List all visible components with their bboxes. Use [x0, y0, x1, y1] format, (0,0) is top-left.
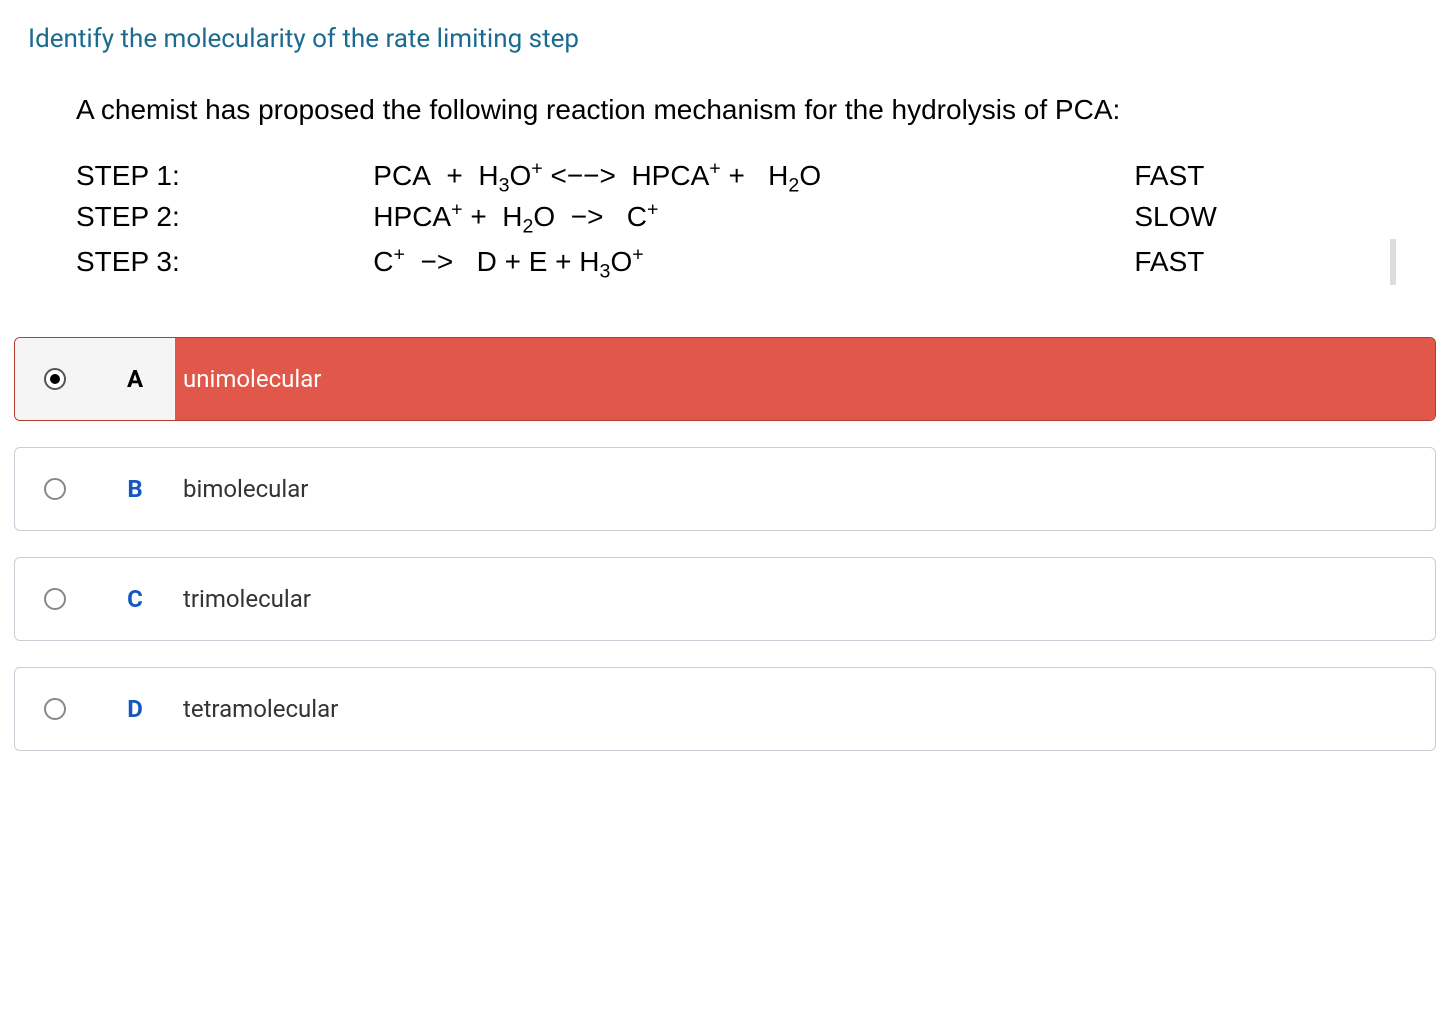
question-title: Identify the molecularity of the rate li…	[28, 24, 1436, 54]
option-b[interactable]: B bimolecular	[14, 447, 1436, 531]
option-text: unimolecular	[175, 338, 1435, 420]
step-equation: C+ −> D + E + H3O+	[373, 237, 1134, 287]
radio-unchecked-icon	[44, 478, 66, 500]
step-row: STEP 2: HPCA+ + H2O −> C+ SLOW	[76, 197, 1396, 237]
text-cursor-icon	[1390, 239, 1396, 285]
option-d[interactable]: D tetramolecular	[14, 667, 1436, 751]
step-label: STEP 1:	[76, 156, 373, 196]
option-c[interactable]: C trimolecular	[14, 557, 1436, 641]
step-label: STEP 2:	[76, 197, 373, 237]
step-row: STEP 3: C+ −> D + E + H3O+ FAST	[76, 237, 1396, 287]
option-radio[interactable]	[15, 338, 95, 420]
step-label: STEP 3:	[76, 237, 373, 287]
option-radio[interactable]	[15, 448, 95, 530]
option-letter: A	[95, 338, 175, 420]
radio-checked-icon	[44, 368, 66, 390]
step-equation: PCA + H3O+ <−−> HPCA+ + H2O	[373, 156, 1134, 196]
option-text: trimolecular	[175, 558, 1435, 640]
answer-options: A unimolecular B bimolecular C trimolecu…	[14, 337, 1436, 751]
option-letter: C	[95, 558, 175, 640]
step-equation: HPCA+ + H2O −> C+	[373, 197, 1134, 237]
radio-unchecked-icon	[44, 698, 66, 720]
option-radio[interactable]	[15, 558, 95, 640]
option-letter: B	[95, 448, 175, 530]
option-radio[interactable]	[15, 668, 95, 750]
option-text: bimolecular	[175, 448, 1435, 530]
option-letter: D	[95, 668, 175, 750]
radio-unchecked-icon	[44, 588, 66, 610]
option-text: tetramolecular	[175, 668, 1435, 750]
stem-intro: A chemist has proposed the following rea…	[76, 92, 1396, 128]
step-row: STEP 1: PCA + H3O+ <−−> HPCA+ + H2O FAST	[76, 156, 1396, 196]
question-stem: A chemist has proposed the following rea…	[76, 92, 1396, 287]
step-rate: FAST	[1134, 237, 1348, 287]
option-a[interactable]: A unimolecular	[14, 337, 1436, 421]
step-rate: FAST	[1134, 156, 1348, 196]
mechanism-steps: STEP 1: PCA + H3O+ <−−> HPCA+ + H2O FAST…	[76, 156, 1396, 287]
step-rate: SLOW	[1134, 197, 1348, 237]
